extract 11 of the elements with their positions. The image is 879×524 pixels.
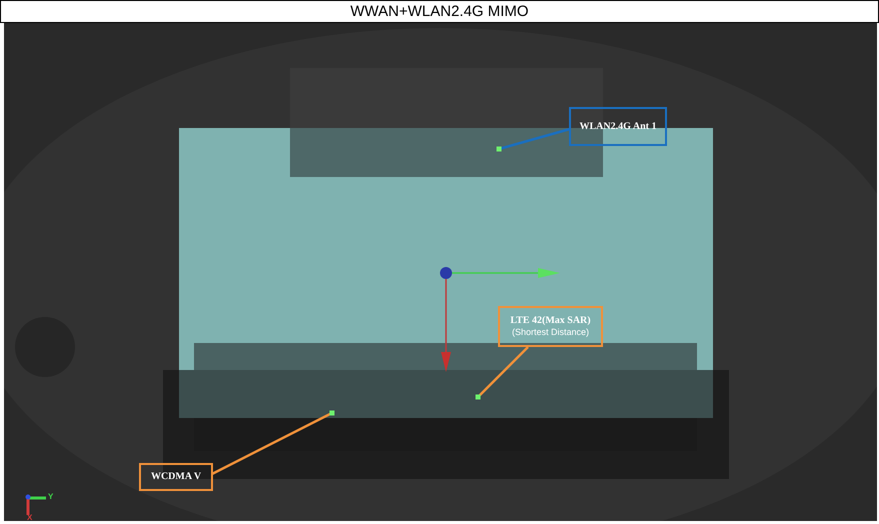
probe-point-marker — [330, 410, 334, 416]
axis-triad-icon — [26, 494, 46, 515]
annotation-note: (Shortest Distance) — [512, 327, 590, 338]
axis-label: X — [27, 513, 32, 522]
viewer-title: WWAN+WLAN2.4G MIMO — [350, 4, 529, 19]
annotation-label: WCDMA V — [150, 471, 202, 483]
probe-point-marker — [476, 394, 480, 400]
probe-point-marker — [496, 146, 502, 152]
axis-label: Y — [48, 492, 54, 501]
origin-sphere — [440, 267, 452, 279]
annotation-label: LTE 42(Max SAR) — [510, 315, 591, 327]
